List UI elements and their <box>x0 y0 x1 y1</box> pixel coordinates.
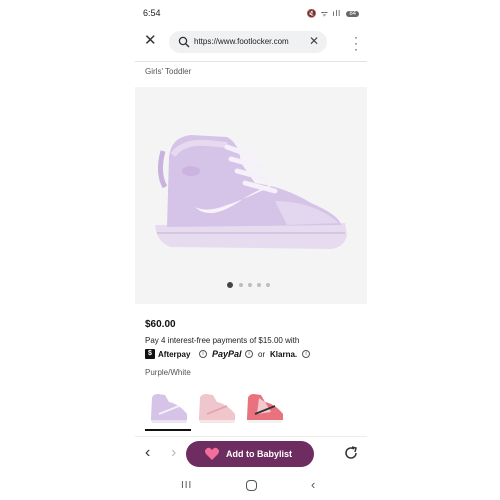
klarna-info-icon[interactable]: i <box>302 350 310 358</box>
add-to-babylist-button[interactable]: Add to Babylist <box>186 441 314 467</box>
system-back-icon[interactable]: ‹ <box>311 477 315 492</box>
afterpay-label: Afterpay <box>158 350 191 359</box>
status-bar: 6:54 🔇 ᯤ ıll 84 <box>135 0 367 26</box>
divider <box>135 61 367 62</box>
clear-url-icon[interactable]: ✕ <box>309 35 319 47</box>
carousel-dot-1[interactable] <box>227 282 233 288</box>
search-icon <box>178 36 190 48</box>
product-price: $60.00 <box>145 319 176 330</box>
paypal-label: PayPal <box>212 349 242 359</box>
shoe-image <box>155 135 347 249</box>
browser-toolbar: ✕ https://www.footlocker.com ✕ · · · <box>135 28 367 56</box>
status-time: 6:54 <box>143 8 161 18</box>
or-text: or <box>258 350 266 359</box>
swatch-pink[interactable] <box>193 388 239 428</box>
battery-icon: 84 <box>346 11 359 17</box>
status-icons: 🔇 ᯤ ıll 84 <box>307 8 359 19</box>
recent-apps-icon[interactable]: III <box>181 480 192 491</box>
url-text[interactable]: https://www.footlocker.com <box>194 37 302 46</box>
afterpay-info-icon[interactable]: i <box>199 350 207 358</box>
babylist-label: Add to Babylist <box>226 449 293 459</box>
shoe-thumbnail-pink <box>199 394 235 423</box>
swatch-purple-white[interactable] <box>145 388 191 431</box>
afterpay-logo-icon: $ <box>145 349 155 359</box>
installments-text: Pay 4 interest-free payments of $15.00 w… <box>145 336 300 345</box>
status-indicators: 🔇 ᯤ ıll <box>306 9 342 18</box>
shoe-thumbnail-purple <box>151 394 187 423</box>
heart-icon <box>205 447 219 460</box>
product-category: Girls' Toddler <box>145 67 192 76</box>
product-image-carousel[interactable] <box>135 87 367 304</box>
home-icon[interactable] <box>246 480 257 491</box>
refresh-icon[interactable] <box>343 445 359 461</box>
color-name: Purple/White <box>145 368 191 377</box>
more-vert-icon[interactable]: · · · <box>353 31 359 55</box>
payment-providers: $ Afterpay i PayPal i or Klarna. i <box>145 349 345 360</box>
color-swatches <box>135 388 367 433</box>
swatch-red-pink[interactable] <box>241 388 287 428</box>
back-arrow-icon[interactable]: ‹ <box>145 445 150 461</box>
carousel-dot-3[interactable] <box>248 283 252 287</box>
paypal-info-icon[interactable]: i <box>245 350 253 358</box>
shoe-thumbnail-red <box>247 394 283 423</box>
close-icon[interactable]: ✕ <box>144 33 157 48</box>
carousel-dot-5[interactable] <box>266 283 270 287</box>
phone-screen: 6:54 🔇 ᯤ ıll 84 ✕ https://www.footlocker… <box>135 0 367 500</box>
url-bar[interactable]: https://www.footlocker.com ✕ <box>169 31 327 53</box>
system-nav-bar: III ‹ <box>135 474 367 500</box>
carousel-dot-2[interactable] <box>239 283 243 287</box>
klarna-label: Klarna. <box>270 350 298 359</box>
carousel-dot-4[interactable] <box>257 283 261 287</box>
carousel-dots[interactable] <box>227 281 277 289</box>
bottom-toolbar: ‹ › Add to Babylist <box>135 436 367 472</box>
forward-arrow-icon[interactable]: › <box>171 445 176 461</box>
